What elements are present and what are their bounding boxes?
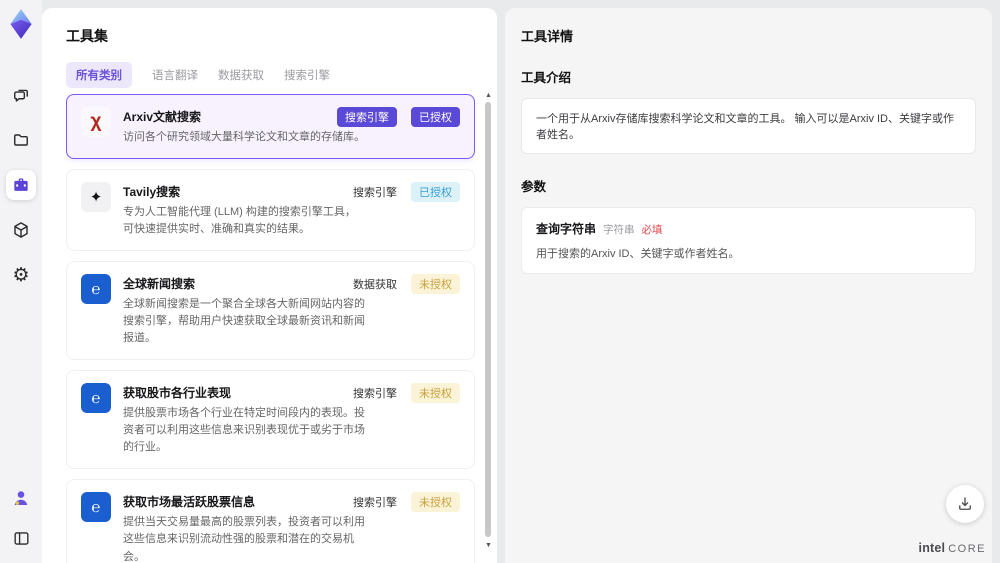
user-avatar-icon bbox=[14, 491, 28, 505]
left-sidebar: ⚙ bbox=[0, 0, 42, 563]
param-required-badge: 必填 bbox=[641, 224, 663, 236]
tools-list-panel: 工具集 所有类别 语言翻译 数据获取 搜索引擎 χ Arxiv文献搜索 访问各个… bbox=[42, 8, 497, 563]
app-logo-icon bbox=[10, 9, 32, 39]
stock-tool-logo-icon: ℮ bbox=[81, 492, 111, 523]
gear-icon: ⚙ bbox=[12, 264, 30, 286]
tool-description: 提供当天交易量最高的股票列表，投资者可以利用这些信息来识别流动性强的股票和潜在的… bbox=[123, 516, 365, 563]
tool-category-badge: 搜索引擎 bbox=[337, 107, 397, 127]
tab-search-engine[interactable]: 搜索引擎 bbox=[284, 62, 330, 88]
tool-category: 搜索引擎 bbox=[353, 187, 397, 200]
chat-icon bbox=[14, 89, 28, 102]
sidebar-item-models[interactable] bbox=[6, 215, 36, 245]
toolbox-icon bbox=[14, 178, 28, 191]
news-search-logo-icon: ℮ bbox=[81, 274, 111, 305]
tool-card-arxiv[interactable]: χ Arxiv文献搜索 访问各个研究领域大量科学论文和文章的存储库。 搜索引擎 … bbox=[66, 94, 475, 160]
collapse-panel-button[interactable] bbox=[6, 523, 36, 553]
scroll-down-icon[interactable]: ▼ bbox=[484, 542, 493, 549]
intel-product-text: core bbox=[948, 543, 986, 555]
tavily-logo-icon: ✦ bbox=[81, 182, 111, 213]
tool-card-global-news[interactable]: ℮ 全球新闻搜索 全球新闻搜索是一个聚合全球各大新闻网站内容的搜索引擎，帮助用户… bbox=[66, 261, 475, 361]
sidebar-item-tools[interactable] bbox=[6, 170, 36, 200]
scroll-up-icon[interactable]: ▲ bbox=[484, 92, 493, 99]
tool-category: 搜索引擎 bbox=[353, 388, 397, 401]
param-type: 字符串 bbox=[603, 224, 635, 236]
tool-name: 全球新闻搜索 bbox=[123, 277, 196, 292]
tool-description: 全球新闻搜索是一个聚合全球各大新闻网站内容的搜索引擎，帮助用户快速获取全球最新资… bbox=[123, 298, 365, 345]
download-button[interactable] bbox=[946, 485, 984, 523]
scrollbar-thumb[interactable] bbox=[485, 102, 491, 537]
auth-status-badge: 未授权 bbox=[411, 274, 460, 295]
auth-status-badge: 未授权 bbox=[411, 492, 460, 513]
page-title: 工具集 bbox=[66, 28, 108, 44]
intro-text: 一个用于从Arxiv存储库搜索科学论文和文章的工具。 输入可以是Arxiv ID… bbox=[521, 98, 976, 154]
list-scrollbar[interactable]: ▲ ▼ bbox=[484, 92, 493, 559]
parameter-item: 查询字符串 字符串 必填 用于搜索的Arxiv ID、关键字或作者姓名。 bbox=[521, 207, 976, 274]
cube-icon bbox=[14, 222, 28, 238]
tool-name: 获取市场最活跃股票信息 bbox=[123, 495, 256, 510]
param-description: 用于搜索的Arxiv ID、关键字或作者姓名。 bbox=[536, 248, 740, 260]
intel-brand-text: intel bbox=[918, 541, 946, 555]
category-tabs: 所有类别 语言翻译 数据获取 搜索引擎 bbox=[66, 62, 497, 88]
stock-tool-logo-icon: ℮ bbox=[81, 383, 111, 414]
folder-icon bbox=[14, 134, 28, 146]
tab-language-translation[interactable]: 语言翻译 bbox=[152, 62, 198, 88]
param-name: 查询字符串 bbox=[536, 222, 597, 236]
tool-card-tavily[interactable]: ✦ Tavily搜索 专为人工智能代理 (LLM) 构建的搜索引擎工具，可快速提… bbox=[66, 169, 475, 252]
sidebar-item-chat[interactable] bbox=[6, 80, 36, 110]
tool-name: Tavily搜索 bbox=[123, 185, 181, 200]
details-title: 工具详情 bbox=[521, 29, 574, 44]
tool-description: 专为人工智能代理 (LLM) 构建的搜索引擎工具，可快速提供实时、准确和真实的结… bbox=[123, 206, 356, 236]
profile-avatar[interactable] bbox=[6, 483, 36, 513]
intro-heading: 工具介绍 bbox=[521, 71, 572, 85]
tool-category: 搜索引擎 bbox=[353, 497, 397, 510]
auth-status-badge: 已授权 bbox=[411, 107, 460, 127]
sidebar-item-files[interactable] bbox=[6, 125, 36, 155]
tool-details-panel: 工具详情 工具介绍 一个用于从Arxiv存储库搜索科学论文和文章的工具。 输入可… bbox=[505, 8, 992, 563]
params-heading: 参数 bbox=[521, 180, 547, 194]
tool-category: 数据获取 bbox=[353, 279, 397, 292]
tab-all-categories[interactable]: 所有类别 bbox=[66, 62, 132, 88]
auth-status-badge: 已授权 bbox=[411, 182, 460, 203]
tool-description: 访问各个研究领域大量科学论文和文章的存储库。 bbox=[123, 131, 365, 143]
tool-list: χ Arxiv文献搜索 访问各个研究领域大量科学论文和文章的存储库。 搜索引擎 … bbox=[66, 94, 475, 563]
tab-data-fetch[interactable]: 数据获取 bbox=[218, 62, 264, 88]
download-icon bbox=[959, 497, 971, 510]
tool-card-sector-performance[interactable]: ℮ 获取股市各行业表现 提供股票市场各个行业在特定时间段内的表现。投资者可以利用… bbox=[66, 370, 475, 470]
intel-core-logo: intel core bbox=[919, 541, 986, 555]
tool-description: 提供股票市场各个行业在特定时间段内的表现。投资者可以利用这些信息来识别表现优于或… bbox=[123, 407, 365, 454]
tool-name: 获取股市各行业表现 bbox=[123, 386, 232, 401]
panel-toggle-icon bbox=[13, 531, 29, 545]
auth-status-badge: 未授权 bbox=[411, 383, 460, 404]
arxiv-logo-icon: χ bbox=[81, 107, 111, 137]
tool-card-most-active-stocks[interactable]: ℮ 获取市场最活跃股票信息 提供当天交易量最高的股票列表，投资者可以利用这些信息… bbox=[66, 479, 475, 563]
sidebar-item-settings[interactable]: ⚙ bbox=[6, 260, 36, 290]
tool-name: Arxiv文献搜索 bbox=[123, 110, 202, 124]
